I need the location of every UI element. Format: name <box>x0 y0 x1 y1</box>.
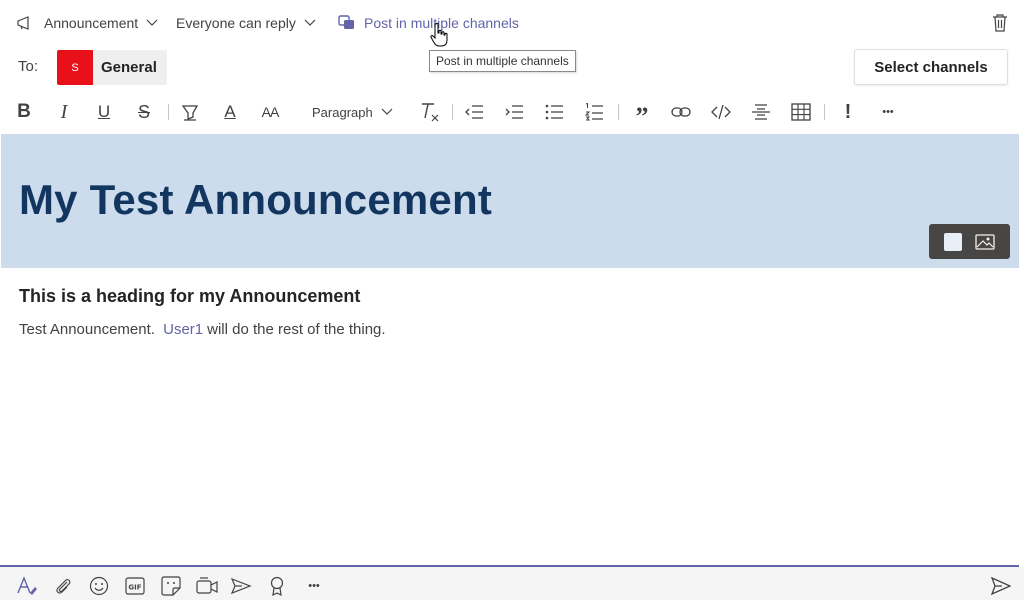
compose-actions-bar: GIF ••• <box>0 567 1024 600</box>
reply-setting-dropdown[interactable]: Everyone can reply <box>176 12 316 34</box>
link-icon[interactable] <box>669 100 693 124</box>
horizontal-rule-icon[interactable] <box>749 100 773 124</box>
announcement-headline[interactable]: My Test Announcement <box>19 176 492 224</box>
more-options-button[interactable]: ••• <box>300 575 328 597</box>
content-paragraph[interactable]: Test Announcement. User1 will do the rest… <box>19 321 386 338</box>
font-color-button[interactable]: A <box>218 100 242 124</box>
bold-button[interactable]: B <box>12 100 36 124</box>
toolbar-divider <box>824 104 825 120</box>
attach-icon[interactable] <box>52 575 74 597</box>
format-icon[interactable] <box>16 575 38 597</box>
strikethrough-button[interactable]: S <box>132 100 156 124</box>
more-options-button[interactable]: ••• <box>874 100 902 124</box>
svg-text:GIF: GIF <box>128 584 141 592</box>
to-label: To: <box>18 58 39 75</box>
channel-avatar: S <box>57 50 93 85</box>
numbered-list-icon[interactable] <box>582 100 606 124</box>
megaphone-icon <box>16 15 36 31</box>
underline-button[interactable]: U <box>92 100 116 124</box>
post-type-dropdown[interactable]: Announcement <box>16 12 158 34</box>
select-channels-button[interactable]: Select channels <box>854 49 1008 85</box>
gif-icon[interactable]: GIF <box>124 575 146 597</box>
chevron-down-icon <box>381 108 393 116</box>
italic-button[interactable]: I <box>52 100 76 124</box>
toolbar-divider <box>452 104 453 120</box>
bulleted-list-icon[interactable] <box>542 100 566 124</box>
code-snippet-icon[interactable] <box>709 100 733 124</box>
body-text-before: Test Announcement. <box>19 321 155 338</box>
praise-icon[interactable] <box>266 575 288 597</box>
toolbar-divider <box>168 104 169 120</box>
multiple-channels-icon <box>338 15 356 31</box>
toolbar-divider <box>618 104 619 120</box>
channel-name: General <box>101 59 157 76</box>
banner-image-tools <box>929 224 1010 259</box>
user-mention[interactable]: User1 <box>163 321 203 338</box>
paragraph-dropdown[interactable]: Paragraph <box>312 100 393 124</box>
hand-cursor-icon <box>430 22 448 48</box>
compose-options-bar: Announcement Everyone can reply Post in … <box>0 0 1024 46</box>
channel-chip[interactable]: S General <box>57 50 167 85</box>
chevron-down-icon <box>304 19 316 27</box>
body-text-after: will do the rest of the thing. <box>207 321 386 338</box>
image-icon[interactable] <box>975 233 995 250</box>
increase-indent-icon[interactable] <box>502 100 526 124</box>
emoji-icon[interactable] <box>88 575 110 597</box>
quote-button[interactable]: ” <box>630 100 654 131</box>
content-heading[interactable]: This is a heading for my Announcement <box>19 286 360 307</box>
font-size-button[interactable]: AA <box>258 100 282 124</box>
reply-setting-label: Everyone can reply <box>176 15 296 31</box>
important-button[interactable]: ! <box>836 100 860 124</box>
tooltip: Post in multiple channels <box>429 50 576 72</box>
stream-icon[interactable] <box>230 575 252 597</box>
sticker-icon[interactable] <box>160 575 182 597</box>
formatting-toolbar: B I U S A AA Paragraph ” ! ••• <box>0 96 1024 132</box>
banner-color-button[interactable] <box>943 232 962 251</box>
meet-now-icon[interactable] <box>196 575 218 597</box>
post-type-label: Announcement <box>44 15 139 31</box>
clear-formatting-icon[interactable] <box>418 100 442 124</box>
trash-icon[interactable] <box>990 12 1010 34</box>
chevron-down-icon <box>146 19 158 27</box>
highlight-icon[interactable] <box>178 100 202 124</box>
paragraph-label: Paragraph <box>312 104 373 120</box>
send-icon[interactable] <box>990 575 1012 597</box>
decrease-indent-icon[interactable] <box>462 100 486 124</box>
table-icon[interactable] <box>789 100 813 124</box>
